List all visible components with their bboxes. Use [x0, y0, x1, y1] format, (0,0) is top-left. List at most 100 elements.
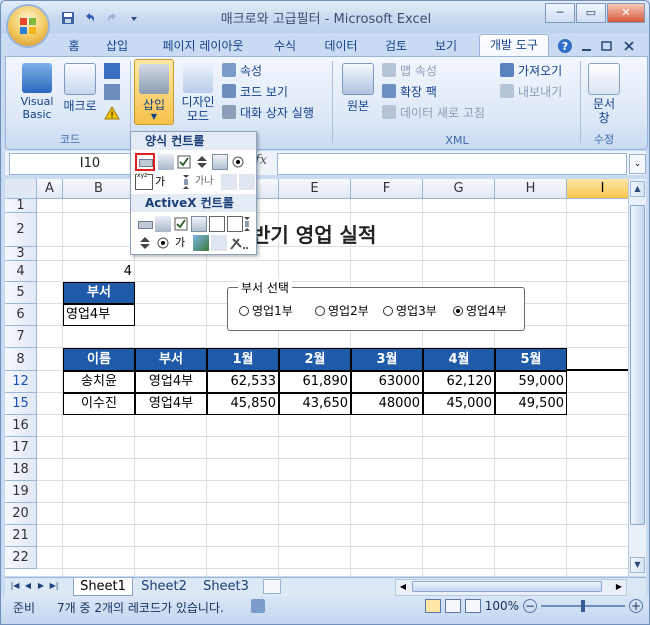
- vertical-scrollbar[interactable]: ▲ ▼: [628, 179, 646, 576]
- select-all-corner[interactable]: [5, 179, 37, 199]
- table-cell[interactable]: 45,000: [423, 393, 495, 415]
- radio-option-3[interactable]: 영업3부: [383, 302, 437, 319]
- visual-basic-button[interactable]: Visual Basic: [14, 63, 60, 121]
- radio-button[interactable]: [239, 305, 249, 316]
- row-header[interactable]: 21: [5, 525, 37, 547]
- run-dialog-button[interactable]: 대화 상자 실행: [222, 103, 314, 121]
- tab-review[interactable]: 검토: [379, 36, 413, 56]
- relative-reference-icon[interactable]: [104, 84, 120, 100]
- activex-image-icon[interactable]: [193, 235, 209, 251]
- column-header[interactable]: A: [37, 179, 63, 199]
- button-control-icon[interactable]: [135, 153, 155, 171]
- map-properties-button[interactable]: 맵 속성: [382, 61, 437, 79]
- scroll-down-icon[interactable]: ▼: [630, 557, 645, 573]
- restore-button[interactable]: ▭: [576, 3, 606, 23]
- minimize-button[interactable]: ─: [545, 3, 575, 23]
- activex-spin-button-icon[interactable]: [137, 235, 153, 251]
- combo-dropdown-edit-icon[interactable]: [239, 174, 255, 190]
- column-header[interactable]: B: [63, 179, 135, 199]
- table-cell[interactable]: 송치윤: [63, 371, 135, 393]
- undo-icon[interactable]: [81, 9, 99, 27]
- close-button[interactable]: ✕: [607, 3, 645, 23]
- sheet-tab-3[interactable]: Sheet3: [197, 578, 255, 595]
- customize-qat-icon[interactable]: [125, 9, 143, 27]
- insert-sheet-icon[interactable]: [263, 579, 281, 594]
- option-button-icon[interactable]: [230, 154, 246, 170]
- row-header[interactable]: 6: [5, 304, 37, 326]
- activex-combo-box-icon[interactable]: [155, 216, 171, 232]
- macro-button[interactable]: 매크로: [60, 63, 100, 114]
- help-icon[interactable]: ?: [557, 36, 573, 56]
- design-mode-button[interactable]: 디자인 모드: [176, 63, 220, 123]
- first-sheet-icon[interactable]: |◀: [9, 580, 21, 592]
- page-break-view-icon[interactable]: [464, 599, 481, 613]
- table-cell[interactable]: 45,850: [207, 393, 279, 415]
- column-header[interactable]: F: [351, 179, 423, 199]
- xml-source-button[interactable]: 원본: [336, 63, 380, 114]
- text-field-icon[interactable]: 가나: [195, 174, 219, 190]
- row-header[interactable]: 2: [5, 213, 37, 247]
- ribbon-minimize-icon[interactable]: [579, 36, 595, 56]
- more-controls-icon[interactable]: [229, 235, 248, 251]
- activex-scroll-bar-icon[interactable]: [239, 216, 255, 232]
- table-cell[interactable]: 63000: [351, 371, 423, 393]
- view-code-button[interactable]: 코드 보기: [222, 82, 288, 100]
- table-cell[interactable]: 61,890: [279, 371, 351, 393]
- table-header[interactable]: 이름: [63, 348, 135, 371]
- table-cell[interactable]: 이수진: [63, 393, 135, 415]
- list-box-icon[interactable]: [212, 154, 228, 170]
- row-header[interactable]: 5: [5, 282, 37, 304]
- row-header[interactable]: 19: [5, 481, 37, 503]
- table-cell[interactable]: 영업4부: [135, 371, 207, 393]
- activex-button-icon[interactable]: [137, 216, 153, 232]
- next-sheet-icon[interactable]: ▶: [35, 580, 47, 592]
- scroll-right-icon[interactable]: ▶: [612, 580, 626, 593]
- tab-formulas[interactable]: 수식: [267, 36, 303, 56]
- row-header[interactable]: 8: [5, 348, 37, 371]
- refresh-data-button[interactable]: 데이터 새로 고침: [382, 103, 485, 121]
- table-header[interactable]: 4월: [423, 348, 495, 371]
- scroll-thumb[interactable]: [412, 581, 602, 592]
- group-box-icon[interactable]: xyz: [135, 172, 153, 190]
- row-header-filtered[interactable]: 12: [5, 371, 37, 393]
- redo-icon[interactable]: [103, 9, 121, 27]
- radio-button[interactable]: [383, 305, 393, 316]
- tab-developer[interactable]: 개발 도구: [479, 34, 549, 57]
- expansion-packs-button[interactable]: 확장 팩: [382, 82, 437, 100]
- save-icon[interactable]: [59, 9, 77, 27]
- row-header[interactable]: 20: [5, 503, 37, 525]
- last-sheet-icon[interactable]: ▶|: [48, 580, 60, 592]
- activex-toggle-button-icon[interactable]: [211, 235, 227, 251]
- radio-option-4[interactable]: 영업4부: [453, 302, 507, 319]
- macro-security-icon[interactable]: !: [104, 106, 120, 121]
- activex-label-icon[interactable]: 가: [175, 235, 191, 251]
- zoom-slider[interactable]: [541, 600, 625, 612]
- spin-button-icon[interactable]: [194, 154, 210, 170]
- combo-list-edit-icon[interactable]: [221, 174, 237, 190]
- worksheet-grid[interactable]: A B C D E F G H I 1 2 3 4 5 6 7 8 12 15 …: [5, 179, 628, 576]
- check-box-icon[interactable]: [176, 154, 192, 170]
- activex-option-button-icon[interactable]: [155, 235, 171, 251]
- table-header[interactable]: 3월: [351, 348, 423, 371]
- column-header[interactable]: E: [279, 179, 351, 199]
- horizontal-scrollbar[interactable]: ◀ ▶: [395, 579, 627, 596]
- row-header[interactable]: 1: [5, 199, 37, 213]
- row-header[interactable]: 4: [5, 261, 37, 282]
- cell-b4[interactable]: 4: [63, 262, 134, 281]
- activex-text-box-icon[interactable]: [209, 216, 225, 232]
- combo-box-icon[interactable]: [158, 154, 174, 170]
- table-header[interactable]: 2월: [279, 348, 351, 371]
- row-header[interactable]: 17: [5, 437, 37, 459]
- zoom-level[interactable]: 100%: [485, 599, 519, 613]
- row-header[interactable]: 3: [5, 247, 37, 261]
- zoom-out-icon[interactable]: −: [523, 599, 537, 613]
- page-layout-view-icon[interactable]: [444, 599, 461, 613]
- sheet-tab-2[interactable]: Sheet2: [135, 578, 193, 595]
- scroll-thumb[interactable]: [630, 205, 645, 525]
- row-header[interactable]: 7: [5, 326, 37, 348]
- row-header[interactable]: 22: [5, 547, 37, 569]
- zoom-in-icon[interactable]: +: [629, 599, 643, 613]
- insert-control-button[interactable]: 삽입 ▼: [134, 59, 174, 125]
- row-header[interactable]: 16: [5, 415, 37, 437]
- table-cell[interactable]: 43,650: [279, 393, 351, 415]
